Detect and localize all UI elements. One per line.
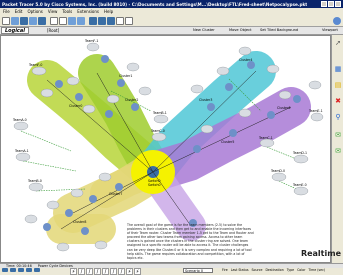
column-header: Last Status <box>230 268 249 272</box>
custom-devices-icon[interactable] <box>125 16 133 25</box>
auto-connect-icon[interactable]: ⚡ <box>70 268 77 275</box>
undo-icon[interactable] <box>68 16 76 25</box>
column-header: Time (sec) <box>308 268 326 272</box>
logical-workspace[interactable]: Switch0 Switch0 Cluster0 Cluster1 Cluste… <box>0 35 331 263</box>
add-complex-pdu-icon[interactable]: ✉ <box>334 147 342 155</box>
new-file-icon[interactable] <box>2 16 10 25</box>
drawing-palette-icon[interactable] <box>116 16 124 25</box>
team-label: TeamF-1 <box>84 39 98 43</box>
cluster-label: Cluster2 <box>125 98 138 102</box>
save-icon[interactable] <box>20 16 28 25</box>
root-switch-sublabel: Switch0 <box>148 183 161 187</box>
switch-category-icon[interactable] <box>10 268 16 272</box>
move-object-button[interactable]: Move Object <box>229 28 251 32</box>
connection-types: ⚡ / / / / / / ⚡ ⚡ <box>70 268 141 275</box>
team-label: TeamE-1 <box>308 109 323 113</box>
title-bar: Packet Tracer 5.0 by Cisco Systems, Inc.… <box>0 0 343 8</box>
paste-icon[interactable] <box>59 16 67 25</box>
zoom-out-icon[interactable] <box>107 16 115 25</box>
team-label: TeamA-0 <box>12 118 27 122</box>
close-button[interactable] <box>335 1 341 7</box>
select-icon[interactable]: ➚ <box>334 39 342 47</box>
maximize-button[interactable] <box>328 1 334 7</box>
column-header: Source <box>251 268 263 272</box>
move-layout-icon[interactable]: ▦ <box>334 65 342 73</box>
serial-dce-icon[interactable]: ⚡ <box>126 268 133 275</box>
menu-file[interactable]: File <box>3 9 10 14</box>
root-label[interactable]: [Root] <box>47 28 59 33</box>
team-label: TeamF-0 <box>28 63 42 67</box>
menu-edit[interactable]: Edit <box>15 9 23 14</box>
device-panel: ⚡ / / / / / / ⚡ ⚡ Scenario 0 Fire Last S… <box>0 268 343 275</box>
team-label: TeamD-0 <box>270 169 285 173</box>
column-header: Fire <box>222 268 228 272</box>
common-tools-bar: ➚ ▦ ▤ ✖ ⚲ ✉ ✉ <box>331 35 343 263</box>
inspect-icon[interactable]: ⚲ <box>334 113 342 121</box>
team-label: TeamA-1 <box>14 149 29 153</box>
coaxial-cable-icon[interactable]: / <box>118 268 125 275</box>
cross-cable-icon[interactable]: / <box>94 268 101 275</box>
logical-bar: Logical [Root] New Cluster Move Object S… <box>0 27 343 35</box>
wireless-category-icon[interactable] <box>26 268 32 272</box>
cluster-label: Cluster7 <box>109 192 122 196</box>
zoom-in-icon[interactable] <box>89 16 97 25</box>
router-category-icon[interactable] <box>2 268 8 272</box>
team-label: TeamB-1 <box>152 111 167 115</box>
open-file-icon[interactable] <box>11 16 19 25</box>
delete-icon[interactable]: ✖ <box>334 97 342 105</box>
cluster-label: Cluster6 <box>277 106 290 110</box>
place-note-icon[interactable]: ▤ <box>334 81 342 89</box>
column-header: Destination <box>265 268 284 272</box>
cluster-label: Cluster5 <box>221 140 234 144</box>
serial-dte-icon[interactable]: ⚡ <box>134 268 141 275</box>
menu-options[interactable]: Options <box>27 9 42 14</box>
column-header: Color <box>297 268 306 272</box>
team-label: TeamD-1 <box>292 151 307 155</box>
cluster-label: Cluster3 <box>199 98 212 102</box>
copy-icon[interactable] <box>50 16 58 25</box>
help-icon[interactable] <box>333 17 341 25</box>
team-label: TeamC-0 <box>150 129 165 133</box>
team-label: TeamE-0 <box>292 183 307 187</box>
team-label: TeamB-0 <box>27 179 42 183</box>
window-title: Packet Tracer 5.0 by Cisco Systems, Inc.… <box>2 1 308 7</box>
straight-cable-icon[interactable]: / <box>86 268 93 275</box>
activity-wizard-icon[interactable] <box>38 16 46 25</box>
redo-icon[interactable] <box>77 16 85 25</box>
cluster-label: Cluster0 <box>69 104 82 108</box>
scenario-note: The overall goal of the game is for the … <box>127 223 254 260</box>
pdu-columns: Fire Last Status Source Destination Type… <box>222 268 325 272</box>
menu-view[interactable]: View <box>48 9 58 14</box>
add-simple-pdu-icon[interactable]: ✉ <box>334 131 342 139</box>
cluster-label: Cluster1 <box>119 74 132 78</box>
realtime-mode-label[interactable]: Realtime <box>301 249 341 258</box>
menu-help[interactable]: Help <box>104 9 113 14</box>
menu-extensions[interactable]: Extensions <box>77 9 99 14</box>
window-controls <box>321 1 341 7</box>
cluster-label: Cluster8 <box>73 220 86 224</box>
minimize-button[interactable] <box>321 1 327 7</box>
phone-cable-icon[interactable]: / <box>110 268 117 275</box>
column-header: Type <box>286 268 295 272</box>
team-label: TeamC-1 <box>258 136 273 140</box>
hub-category-icon[interactable] <box>18 268 24 272</box>
device-categories <box>2 268 40 272</box>
cluster-label: Cluster4 <box>239 58 252 62</box>
toolbar <box>0 15 343 27</box>
zoom-reset-icon[interactable] <box>98 16 106 25</box>
menu-bar: File Edit Options View Tools Extensions … <box>0 8 343 15</box>
scenario-select[interactable]: Scenario 0 <box>183 268 213 273</box>
menu-tools[interactable]: Tools <box>62 9 72 14</box>
set-background-button[interactable]: Set Tiled Background <box>260 28 298 32</box>
fiber-cable-icon[interactable]: / <box>102 268 109 275</box>
print-icon[interactable] <box>29 16 37 25</box>
console-cable-icon[interactable]: / <box>78 268 85 275</box>
new-cluster-button[interactable]: New Cluster <box>193 28 215 32</box>
logical-tab[interactable]: Logical <box>1 27 29 34</box>
connections-category-icon[interactable] <box>34 268 40 272</box>
viewport-button[interactable]: Viewport <box>322 28 338 32</box>
